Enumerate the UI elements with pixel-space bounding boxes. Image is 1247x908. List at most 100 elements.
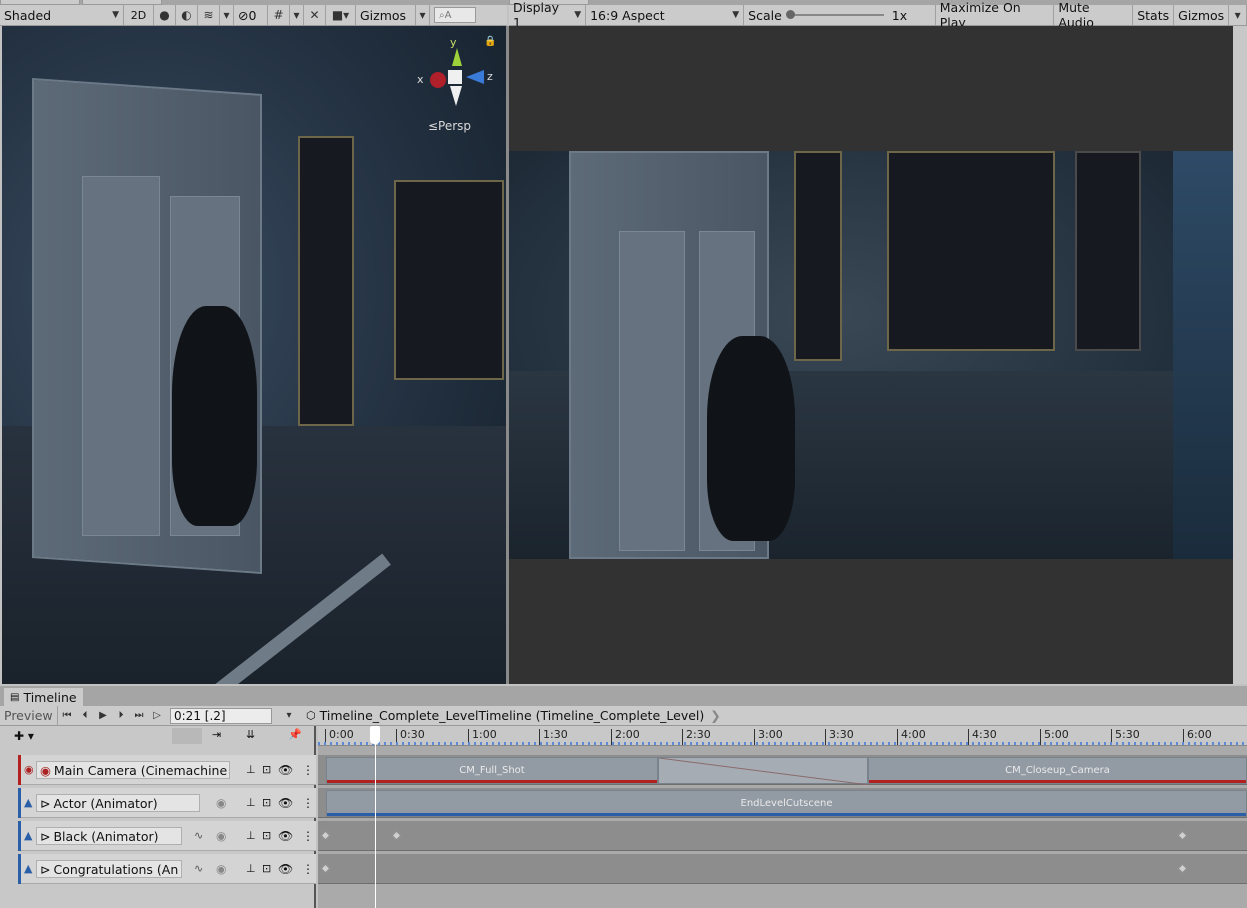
pin-icon[interactable]: ⊥ — [246, 862, 256, 875]
timeline-asset-breadcrumb[interactable]: ⬡ Timeline_Complete_LevelTimeline (Timel… — [306, 708, 721, 723]
keyframe[interactable] — [1177, 830, 1188, 841]
keyframe[interactable] — [391, 830, 402, 841]
gizmo-center-cube-icon[interactable] — [448, 70, 462, 84]
record-icon[interactable]: ◉ — [216, 862, 226, 876]
gizmo-x-axis-icon[interactable] — [430, 72, 446, 88]
aspect-dropdown[interactable]: 16:9 Aspect ▼ — [586, 5, 745, 25]
track-header-black[interactable]: ▲ ⊳ Black (Animator) ∿ ◉ ⊥ ⊡ 👁 ⋮ — [18, 821, 316, 851]
gizmos-dropdown[interactable]: Gizmos — [356, 5, 416, 25]
gizmo-z-axis-icon[interactable] — [466, 70, 484, 84]
scene-orientation-gizmo[interactable]: y x z 🔒 — [414, 34, 496, 114]
scale-track[interactable] — [785, 10, 884, 19]
record-icon[interactable]: ◉ — [216, 796, 226, 810]
track-filter-icon[interactable] — [172, 728, 202, 744]
lock-icon[interactable]: ⊡ — [262, 829, 271, 842]
goto-start-icon[interactable]: ⏮ — [58, 707, 76, 725]
curves-icon[interactable]: ∿ — [194, 829, 203, 842]
time-field[interactable]: 0:21 [.2] — [170, 707, 272, 724]
mute-audio-toggle[interactable]: Mute Audio — [1054, 0, 1134, 30]
cube-icon: ⬡ — [306, 709, 316, 722]
scene-search-input[interactable]: ⌕ A — [434, 7, 476, 23]
track-row-actor[interactable]: EndLevelCutscene — [318, 788, 1247, 818]
game-gizmos-toggle[interactable]: Gizmos — [1174, 5, 1230, 25]
game-gizmos-dropdown-icon[interactable]: ▾ — [1229, 5, 1247, 25]
hidden-objects-toggle[interactable]: ⊘ 0 — [234, 5, 268, 25]
display-dropdown[interactable]: Display 1 ▼ — [509, 0, 587, 30]
grid-dropdown-icon[interactable]: ▾ — [290, 5, 304, 25]
keyframe[interactable] — [320, 830, 331, 841]
lighting-toggle-icon[interactable]: ● — [154, 5, 176, 25]
keyframe[interactable] — [1177, 863, 1188, 874]
camera-icon[interactable]: ■▾ — [326, 5, 356, 25]
pin-icon[interactable]: 📌 — [288, 728, 302, 741]
goto-end-icon[interactable]: ⏭ — [130, 707, 148, 725]
add-track-button[interactable]: ✚ ▾ — [14, 728, 50, 744]
perspective-toggle[interactable]: ≤Persp — [428, 119, 471, 133]
eye-icon[interactable]: 👁 — [278, 796, 293, 810]
prev-frame-icon[interactable]: ⏴ — [76, 707, 94, 725]
clip-blend-region[interactable] — [658, 757, 869, 785]
next-frame-icon[interactable]: ⏵ — [112, 707, 130, 725]
more-options-icon[interactable]: ⋮ — [302, 763, 314, 777]
blend-curve — [659, 758, 869, 785]
lock-icon[interactable]: ⊡ — [262, 862, 271, 875]
track-row-main-camera[interactable]: CM_Full_Shot CM_Closeup_Camera — [318, 755, 1247, 785]
record-icon[interactable]: ◉ — [216, 829, 226, 843]
scene-toolbar: Shaded ▼ 2D ● ◐ ≋ ▾ ⊘ 0 # ▾ ✕ ■▾ Gizmos ▾ … — [0, 5, 507, 26]
tab-timeline[interactable]: ▤ Timeline — [4, 688, 83, 706]
scale-slider[interactable]: Scale 1x — [744, 5, 936, 25]
pin-icon[interactable]: ⊥ — [246, 763, 256, 776]
track-binding-field[interactable]: ⊳ Actor (Animator) — [36, 794, 200, 812]
eye-icon[interactable]: 👁 — [278, 763, 293, 777]
gizmos-dropdown-arrow-icon[interactable]: ▾ — [416, 5, 430, 25]
time-format-dropdown-icon[interactable]: ▾ — [280, 707, 298, 725]
track-binding-field[interactable]: ⊳ Black (Animator) — [36, 827, 182, 845]
gizmo-neg-y-axis-icon[interactable] — [450, 86, 462, 106]
clip-cm-closeup-camera[interactable]: CM_Closeup_Camera — [868, 757, 1247, 784]
maximize-on-play-toggle[interactable]: Maximize On Play — [936, 0, 1055, 30]
ruler-minor-ticks — [318, 742, 1247, 745]
time-value: 0:21 [.2] — [174, 708, 226, 723]
more-options-icon[interactable]: ⋮ — [302, 829, 314, 843]
track-header-actor[interactable]: ▲ ⊳ Actor (Animator) ◉ ⊥ ⊡ 👁 ⋮ — [18, 788, 316, 818]
game-viewport[interactable] — [509, 26, 1233, 684]
audio-toggle-icon[interactable]: ◐ — [176, 5, 198, 25]
ripple-icon[interactable]: ⇊ — [246, 728, 255, 741]
eye-icon[interactable]: 👁 — [278, 862, 293, 876]
pin-icon[interactable]: ⊥ — [246, 829, 256, 842]
track-row-congratulations[interactable] — [318, 854, 1247, 884]
snap-icon[interactable]: ⇥ — [212, 728, 221, 741]
pin-icon[interactable]: ⊥ — [246, 796, 256, 809]
more-options-icon[interactable]: ⋮ — [302, 796, 314, 810]
lock-icon[interactable]: 🔒 — [484, 36, 496, 47]
clip-color-underline — [869, 780, 1246, 783]
track-row-black[interactable] — [318, 821, 1247, 851]
shading-mode-dropdown[interactable]: Shaded ▼ — [0, 5, 124, 25]
effects-toggle-icon[interactable]: ≋ — [198, 5, 220, 25]
more-options-icon[interactable]: ⋮ — [302, 862, 314, 876]
tools-icon[interactable]: ✕ — [304, 5, 326, 25]
track-header-main-camera[interactable]: ◉ ◉ Main Camera (Cinemachine ⊥ ⊡ 👁 ⋮ — [18, 755, 316, 785]
track-header-congratulations[interactable]: ▲ ⊳ Congratulations (An ∿ ◉ ⊥ ⊡ 👁 ⋮ — [18, 854, 316, 884]
lock-icon[interactable]: ⊡ — [262, 796, 271, 809]
play-icon[interactable]: ▶ — [94, 707, 112, 725]
track-binding-field[interactable]: ◉ Main Camera (Cinemachine — [36, 761, 230, 779]
stats-toggle[interactable]: Stats — [1133, 5, 1175, 25]
gizmo-y-axis-icon[interactable] — [452, 48, 462, 66]
curves-icon[interactable]: ∿ — [194, 862, 203, 875]
eye-icon[interactable]: 👁 — [278, 829, 293, 843]
track-binding-field[interactable]: ⊳ Congratulations (An — [36, 860, 182, 878]
keyframe[interactable] — [320, 863, 331, 874]
playhead-line[interactable] — [375, 726, 376, 908]
effects-dropdown-icon[interactable]: ▾ — [220, 5, 234, 25]
toggle-2d-button[interactable]: 2D — [124, 5, 154, 25]
scale-thumb[interactable] — [785, 10, 795, 19]
play-range-icon[interactable]: ▷ — [148, 707, 166, 725]
grid-toggle-icon[interactable]: # — [268, 5, 290, 25]
playhead-handle[interactable] — [370, 726, 380, 744]
time-ruler[interactable]: 0:00 0:30 1:00 1:30 2:00 2:30 3:00 3:30 … — [318, 726, 1247, 746]
clip-end-level-cutscene[interactable]: EndLevelCutscene — [326, 790, 1247, 817]
lock-icon[interactable]: ⊡ — [262, 763, 271, 776]
timeline-tab-strip: ▤ Timeline — [0, 686, 1247, 706]
preview-toggle[interactable]: Preview — [0, 705, 58, 726]
